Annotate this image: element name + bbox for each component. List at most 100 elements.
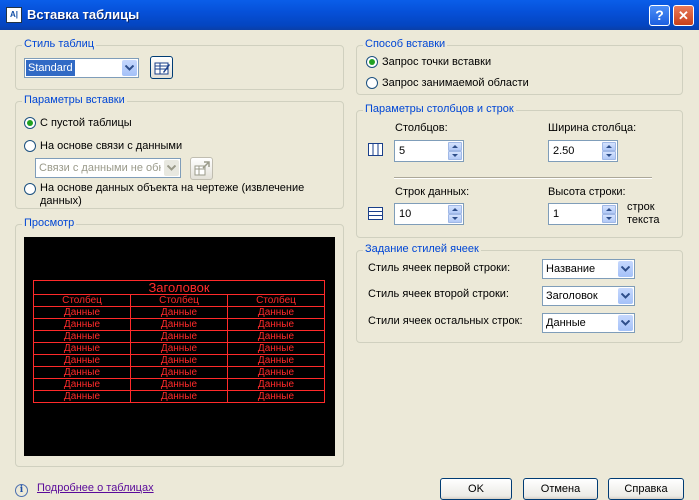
radio-window-area[interactable] bbox=[366, 77, 378, 89]
first-row-style-value: Название bbox=[546, 263, 596, 275]
preview-data-cell: Данные bbox=[130, 354, 228, 367]
spin-down-icon[interactable] bbox=[602, 214, 616, 223]
close-button[interactable]: ✕ bbox=[673, 5, 694, 26]
row-height-unit-line2: текста bbox=[627, 214, 660, 226]
preview-data-cell: Данные bbox=[33, 318, 131, 331]
table-preview: Заголовок Столбец Столбец Столбец Данные… bbox=[24, 237, 335, 456]
info-icon: i bbox=[15, 484, 28, 497]
preview-legend: Просмотр bbox=[22, 217, 77, 229]
help-button[interactable]: Справка bbox=[608, 478, 684, 500]
preview-data-cell: Данные bbox=[33, 342, 131, 355]
row-height-value: 1 bbox=[553, 208, 560, 220]
radio-data-link[interactable] bbox=[24, 140, 36, 152]
preview-data-cell: Данные bbox=[33, 366, 131, 379]
other-rows-style-label: Стили ячеек остальных строк: bbox=[368, 315, 523, 327]
preview-data-cell: Данные bbox=[33, 354, 131, 367]
preview-data-cell: Данные bbox=[33, 390, 131, 403]
preview-data-cell: Данные bbox=[33, 306, 131, 319]
preview-data-cell: Данные bbox=[130, 330, 228, 343]
data-link-value: Связи с данными не обн bbox=[39, 162, 161, 174]
columns-stepper[interactable]: 5 bbox=[394, 140, 464, 162]
preview-title-cell: Заголовок bbox=[33, 280, 325, 295]
settings-divider bbox=[394, 177, 652, 179]
radio-data-link-label: На основе связи с данными bbox=[40, 140, 183, 152]
data-link-select[interactable]: Связи с данными не обн bbox=[35, 158, 181, 178]
chevron-down-icon bbox=[618, 261, 633, 277]
spin-up-icon[interactable] bbox=[602, 142, 616, 151]
data-rows-label: Строк данных: bbox=[395, 186, 470, 198]
other-rows-style-value: Данные bbox=[546, 317, 586, 329]
preview-data-cell: Данные bbox=[227, 354, 325, 367]
window-title: Вставка таблицы bbox=[27, 7, 140, 22]
preview-data-cell: Данные bbox=[227, 306, 325, 319]
radio-insertion-point-label: Запрос точки вставки bbox=[382, 56, 492, 68]
spin-down-icon[interactable] bbox=[448, 151, 462, 160]
cancel-button[interactable]: Отмена bbox=[523, 478, 598, 500]
spin-up-icon[interactable] bbox=[602, 205, 616, 214]
data-rows-value: 10 bbox=[399, 208, 412, 220]
chevron-down-icon bbox=[618, 315, 633, 331]
radio-empty-table[interactable] bbox=[24, 117, 36, 129]
preview-column-header: Столбец bbox=[227, 294, 325, 307]
radio-insertion-point[interactable] bbox=[366, 56, 378, 68]
preview-data-cell: Данные bbox=[33, 330, 131, 343]
radio-drawing-data[interactable] bbox=[24, 183, 36, 195]
insertion-method-legend: Способ вставки bbox=[363, 38, 448, 50]
preview-data-cell: Данные bbox=[130, 390, 228, 403]
chevron-down-icon bbox=[164, 160, 179, 176]
chevron-down-icon bbox=[618, 288, 633, 304]
cell-styles-legend: Задание стилей ячеек bbox=[363, 243, 481, 255]
table-edit-icon bbox=[154, 62, 170, 75]
spin-down-icon[interactable] bbox=[448, 214, 462, 223]
data-link-manager-button[interactable] bbox=[190, 157, 213, 180]
preview-data-cell: Данные bbox=[227, 330, 325, 343]
preview-column-header: Столбец bbox=[130, 294, 228, 307]
preview-data-cell: Данные bbox=[227, 390, 325, 403]
other-rows-style-select[interactable]: Данные bbox=[542, 313, 635, 333]
preview-data-cell: Данные bbox=[227, 366, 325, 379]
preview-data-cell: Данные bbox=[227, 378, 325, 391]
preview-table: Заголовок Столбец Столбец Столбец Данные… bbox=[33, 280, 325, 403]
row-height-unit-line1: строк bbox=[627, 201, 655, 213]
table-style-legend: Стиль таблиц bbox=[22, 38, 97, 50]
second-row-style-value: Заголовок bbox=[546, 290, 598, 302]
radio-empty-table-label: С пустой таблицы bbox=[40, 117, 132, 129]
preview-column-header: Столбец bbox=[33, 294, 131, 307]
preview-data-cell: Данные bbox=[130, 306, 228, 319]
preview-data-cell: Данные bbox=[130, 318, 228, 331]
column-width-label: Ширина столбца: bbox=[548, 122, 637, 134]
spin-down-icon[interactable] bbox=[602, 151, 616, 160]
preview-data-cell: Данные bbox=[227, 318, 325, 331]
chevron-down-icon bbox=[122, 60, 137, 76]
title-bar[interactable]: A| Вставка таблицы ? ✕ bbox=[0, 0, 699, 30]
table-style-value: Standard bbox=[26, 60, 75, 76]
preview-data-cell: Данные bbox=[227, 342, 325, 355]
column-row-settings-legend: Параметры столбцов и строк bbox=[363, 103, 516, 115]
rows-icon bbox=[368, 207, 383, 220]
columns-value: 5 bbox=[399, 145, 406, 157]
autocad-table-icon: A| bbox=[6, 7, 22, 23]
table-style-dialog-button[interactable] bbox=[150, 56, 173, 79]
first-row-style-select[interactable]: Название bbox=[542, 259, 635, 279]
second-row-style-label: Стиль ячеек второй строки: bbox=[368, 288, 509, 300]
radio-window-area-label: Запрос занимаемой области bbox=[382, 77, 529, 89]
radio-drawing-data-label: На основе данных объекта на чертеже (изв… bbox=[40, 182, 305, 207]
column-width-stepper[interactable]: 2.50 bbox=[548, 140, 618, 162]
row-height-stepper[interactable]: 1 bbox=[548, 203, 618, 225]
title-help-button[interactable]: ? bbox=[649, 5, 670, 26]
preview-data-cell: Данные bbox=[130, 378, 228, 391]
table-style-select[interactable]: Standard bbox=[24, 58, 139, 78]
preview-data-cell: Данные bbox=[33, 378, 131, 391]
spin-up-icon[interactable] bbox=[448, 142, 462, 151]
column-width-value: 2.50 bbox=[553, 145, 575, 157]
preview-data-cell: Данные bbox=[130, 366, 228, 379]
second-row-style-select[interactable]: Заголовок bbox=[542, 286, 635, 306]
columns-label: Столбцов: bbox=[395, 122, 448, 134]
insert-options-legend: Параметры вставки bbox=[22, 94, 127, 106]
first-row-style-label: Стиль ячеек первой строки: bbox=[368, 262, 511, 274]
ok-button[interactable]: OK bbox=[440, 478, 512, 500]
spin-up-icon[interactable] bbox=[448, 205, 462, 214]
learn-more-tables-link[interactable]: Подробнее о таблицах bbox=[37, 482, 154, 494]
data-rows-stepper[interactable]: 10 bbox=[394, 203, 464, 225]
data-link-icon bbox=[194, 161, 210, 176]
